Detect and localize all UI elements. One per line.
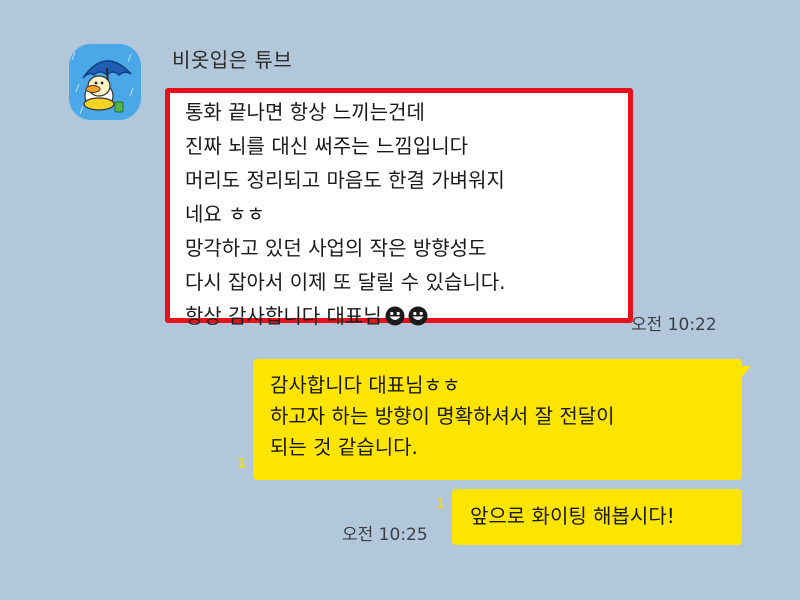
sent-message-time: 오전 10:25 — [342, 525, 428, 545]
message-line: 하고자 하는 방향이 명확하셔서 잘 전달이 — [270, 404, 615, 428]
message-line: 네요 ㅎㅎ — [185, 202, 265, 226]
received-message-time: 오전 10:22 — [631, 315, 717, 335]
profile-avatar[interactable] — [69, 44, 141, 120]
message-line: 망각하고 있던 사업의 작은 방향성도 — [185, 236, 487, 260]
bubble-tail — [741, 366, 751, 378]
unread-count: 1 — [237, 457, 247, 472]
sent-message-bubble[interactable]: 감사합니다 대표님ㅎㅎ 하고자 하는 방향이 명확하셔서 잘 전달이 되는 것 … — [253, 359, 742, 480]
message-line: 감사합니다 대표님ㅎㅎ — [270, 373, 461, 397]
message-line-text: 항상 감사합니다 대표님 — [185, 304, 382, 328]
message-line: 진짜 뇌를 대신 써주는 느낌입니다 — [185, 134, 469, 158]
grinning-face-emoji-icon — [385, 306, 405, 326]
message-line-last: 항상 감사합니다 대표님 — [185, 299, 628, 333]
message-line: 앞으로 화이팅 해봅시다! — [470, 504, 675, 528]
unread-count: 1 — [436, 497, 446, 512]
sent-message-bubble[interactable]: 앞으로 화이팅 해봅시다! — [452, 489, 742, 545]
message-line: 다시 잡아서 이제 또 달릴 수 있습니다. — [185, 270, 506, 294]
sender-name: 비옷입은 튜브 — [172, 48, 293, 72]
grinning-face-emoji-icon — [408, 306, 428, 326]
received-message-bubble[interactable]: 통화 끝나면 항상 느끼는건데 진짜 뇌를 대신 써주는 느낌입니다 머리도 정… — [165, 88, 633, 328]
tube-with-umbrella-icon — [69, 44, 141, 120]
message-line: 되는 것 같습니다. — [270, 435, 418, 459]
message-line: 머리도 정리되고 마음도 한결 가벼워지 — [185, 168, 505, 192]
message-line: 통화 끝나면 항상 느끼는건데 — [185, 100, 425, 124]
